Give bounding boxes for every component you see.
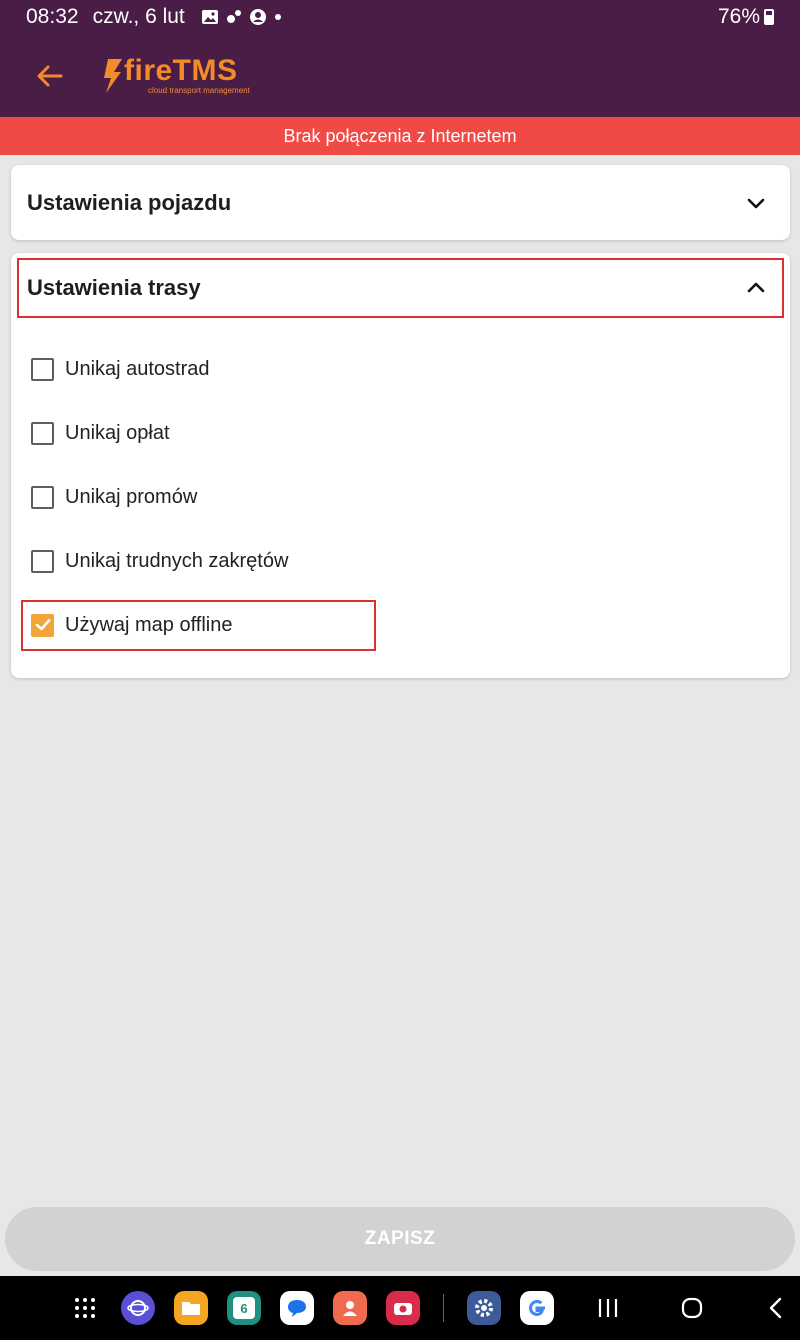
calendar-icon[interactable]: 6 [227, 1291, 261, 1325]
option-label: Unikaj promów [65, 485, 198, 508]
option-avoid-highways[interactable]: Unikaj autostrad [31, 349, 210, 389]
home-icon [681, 1297, 703, 1319]
chevron-up-icon [747, 282, 765, 293]
battery-indicator: 76% [718, 5, 774, 29]
checkbox-avoid-tolls[interactable] [31, 421, 54, 445]
taskbar-divider [443, 1294, 444, 1322]
back-nav-button[interactable] [762, 1294, 790, 1322]
offline-banner-text: Brak połączenia z Internetem [283, 125, 517, 146]
recent-apps-button[interactable] [594, 1294, 622, 1322]
logo-tagline: cloud transport management [148, 86, 250, 95]
messages-icon[interactable] [280, 1291, 314, 1325]
app-bar: fireTMS cloud transport management [0, 34, 800, 117]
calendar-day: 6 [233, 1297, 255, 1319]
option-label: Unikaj trudnych zakrętów [65, 549, 289, 572]
option-use-offline-maps[interactable]: Używaj map offline [31, 605, 232, 645]
checkmark-icon [35, 619, 50, 631]
option-label: Używaj map offline [65, 613, 233, 636]
option-label: Unikaj opłat [65, 421, 170, 444]
checkbox-avoid-ferries[interactable] [31, 485, 54, 509]
google-icon[interactable] [520, 1291, 554, 1325]
account-icon [249, 9, 266, 25]
camera-icon[interactable] [386, 1291, 420, 1325]
firetms-logo: fireTMS cloud transport management [102, 56, 250, 95]
chevron-down-icon [747, 198, 765, 208]
back-button[interactable] [20, 46, 80, 106]
recents-icon [598, 1299, 618, 1317]
vehicle-settings-header[interactable]: Ustawienia pojazdu [11, 165, 790, 240]
home-button[interactable] [678, 1294, 706, 1322]
checkbox-avoid-highways[interactable] [31, 357, 54, 381]
option-avoid-difficult-turns[interactable]: Unikaj trudnych zakrętów [31, 541, 288, 581]
battery-level: 76% [717, 5, 760, 28]
arrow-left-icon [37, 65, 63, 86]
sync-icon [226, 10, 241, 23]
route-settings-card: Ustawienia trasy Unikaj autostrad Unikaj… [11, 253, 790, 678]
status-bar: 08:32 czw., 6 lut 76% [0, 0, 800, 34]
status-icons [201, 8, 283, 26]
internet-browser-icon[interactable] [121, 1291, 155, 1325]
status-date: czw., 6 lut [92, 5, 185, 28]
checkbox-avoid-difficult-turns[interactable] [31, 549, 54, 573]
route-settings-header[interactable]: Ustawienia trasy [17, 258, 784, 318]
flame-logo-icon [104, 58, 122, 93]
settings-icon[interactable] [467, 1291, 501, 1325]
checkbox-use-offline-maps[interactable] [31, 613, 54, 637]
vehicle-settings-title: Ustawienia pojazdu [27, 189, 232, 215]
chevron-left-icon [769, 1297, 782, 1319]
option-avoid-tolls[interactable]: Unikaj opłat [31, 413, 170, 453]
option-label: Unikaj autostrad [65, 357, 210, 380]
vehicle-settings-card: Ustawienia pojazdu [11, 165, 790, 240]
contacts-icon[interactable] [333, 1291, 367, 1325]
system-navigation-bar: 6 [0, 1276, 800, 1340]
offline-banner: Brak połączenia z Internetem [0, 117, 800, 155]
app-drawer-icon[interactable] [68, 1291, 102, 1325]
route-settings-title: Ustawienia trasy [27, 275, 201, 300]
logo-wordmark: fireTMS [124, 54, 238, 87]
save-button[interactable]: ZAPISZ [5, 1207, 795, 1271]
battery-icon [764, 9, 774, 25]
image-icon [201, 10, 218, 24]
option-avoid-ferries[interactable]: Unikaj promów [31, 477, 197, 517]
my-files-icon[interactable] [174, 1291, 208, 1325]
dot-icon [274, 14, 281, 20]
status-time: 08:32 [26, 5, 79, 28]
